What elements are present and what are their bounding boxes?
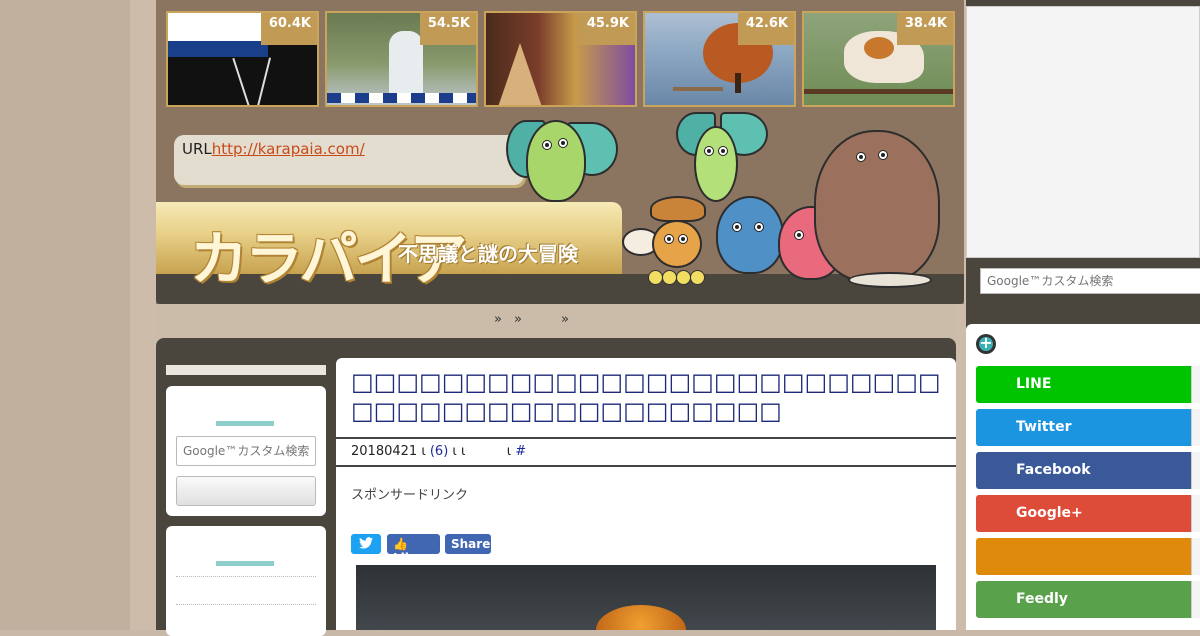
thumbnail-image: [389, 31, 423, 101]
like-label: Like: [393, 551, 421, 565]
twitter-bird-icon: [359, 537, 373, 549]
plus-icon[interactable]: +: [976, 333, 996, 354]
facebook-share-button[interactable]: Share: [445, 534, 491, 554]
popular-thumbnail-4[interactable]: 42.6K: [643, 11, 796, 107]
site-url-link[interactable]: http://karapaia.com/: [212, 140, 365, 158]
popular-thumbnail-2[interactable]: 54.5K: [325, 11, 478, 107]
rss-follow-button[interactable]: [976, 538, 1200, 575]
widget-title-bar: [216, 561, 274, 566]
mascot-blue-bird-icon: [716, 196, 784, 274]
mascot-butterfly-icon: [526, 120, 586, 202]
view-count-badge: 45.9K: [578, 13, 635, 45]
mascot-chicks-icon: [648, 270, 708, 286]
mascot-brown-kiwi-icon: [814, 130, 940, 282]
breadcrumb-separator: »: [561, 312, 569, 327]
comment-count-link[interactable]: (6): [430, 444, 448, 459]
googleplus-follow-button[interactable]: Google+: [976, 495, 1200, 532]
meta-separator: ι: [452, 444, 457, 459]
meta-separator: ι: [460, 444, 466, 459]
site-url-box: URLhttp://karapaia.com/: [174, 135, 524, 185]
widget-title-bar: [216, 421, 274, 426]
tag-link[interactable]: #: [515, 444, 526, 459]
left-search-input[interactable]: [176, 436, 316, 466]
article: □□□□□□□□□□□□□□□□□□□□□□□□□□□□□□□□□□□□□□□□…: [336, 358, 956, 630]
page-margin-left: [0, 0, 130, 630]
ad-slot: [966, 6, 1200, 258]
left-search-button[interactable]: [176, 476, 316, 506]
line-follow-button[interactable]: LINE: [976, 366, 1200, 403]
mascot-butterfly-icon: [694, 126, 738, 202]
divider: [176, 604, 316, 605]
share-label: Share: [451, 537, 491, 551]
mascot-hat-icon: [650, 196, 706, 222]
breadcrumb: » » »: [156, 304, 956, 338]
article-title[interactable]: □□□□□□□□□□□□□□□□□□□□□□□□□□□□□□□□□□□□□□□□…: [351, 368, 941, 426]
popular-thumbnail-5[interactable]: 38.4K: [802, 11, 955, 107]
popular-thumbnail-1[interactable]: 60.4K: [166, 11, 319, 107]
popular-thumbnail-3[interactable]: 45.9K: [484, 11, 637, 107]
facebook-like-button[interactable]: 👍 Like: [387, 534, 440, 565]
article-image: [356, 565, 936, 630]
facebook-follow-button[interactable]: Facebook: [976, 452, 1200, 489]
left-sidebar-header: [166, 365, 326, 375]
view-count-badge: 38.4K: [896, 13, 953, 45]
thumbs-up-icon: 👍: [393, 537, 408, 551]
mascot-feet-icon: [848, 272, 932, 288]
left-sidebar-widget: [166, 526, 326, 636]
article-meta: 20180421 ι (6) ι ι ι #: [336, 437, 956, 467]
feedly-follow-button[interactable]: Feedly: [976, 581, 1200, 618]
url-label: URL: [182, 140, 212, 158]
thumbnail-image: [168, 13, 268, 41]
view-count-badge: 54.5K: [419, 13, 476, 45]
view-count-badge: 42.6K: [737, 13, 794, 45]
sponsored-label: スポンサードリンク: [351, 488, 469, 503]
view-count-badge: 60.4K: [260, 13, 317, 45]
breadcrumb-separator: »: [494, 312, 502, 327]
post-date: 20180421: [351, 444, 418, 459]
logo-subtitle: 不思議と謎の大冒険: [398, 242, 578, 266]
site-logo[interactable]: カラパイア 不思議と謎の大冒険: [156, 202, 622, 293]
twitter-follow-button[interactable]: Twitter: [976, 409, 1200, 446]
divider: [176, 576, 316, 577]
right-search-input[interactable]: [980, 268, 1200, 294]
meta-separator: ι: [421, 444, 426, 459]
mascot-orange-icon: [652, 220, 702, 268]
tweet-button[interactable]: [351, 534, 381, 554]
meta-separator: ι: [506, 444, 512, 459]
thumbnail-image: [498, 43, 542, 105]
breadcrumb-separator: »: [514, 312, 522, 327]
